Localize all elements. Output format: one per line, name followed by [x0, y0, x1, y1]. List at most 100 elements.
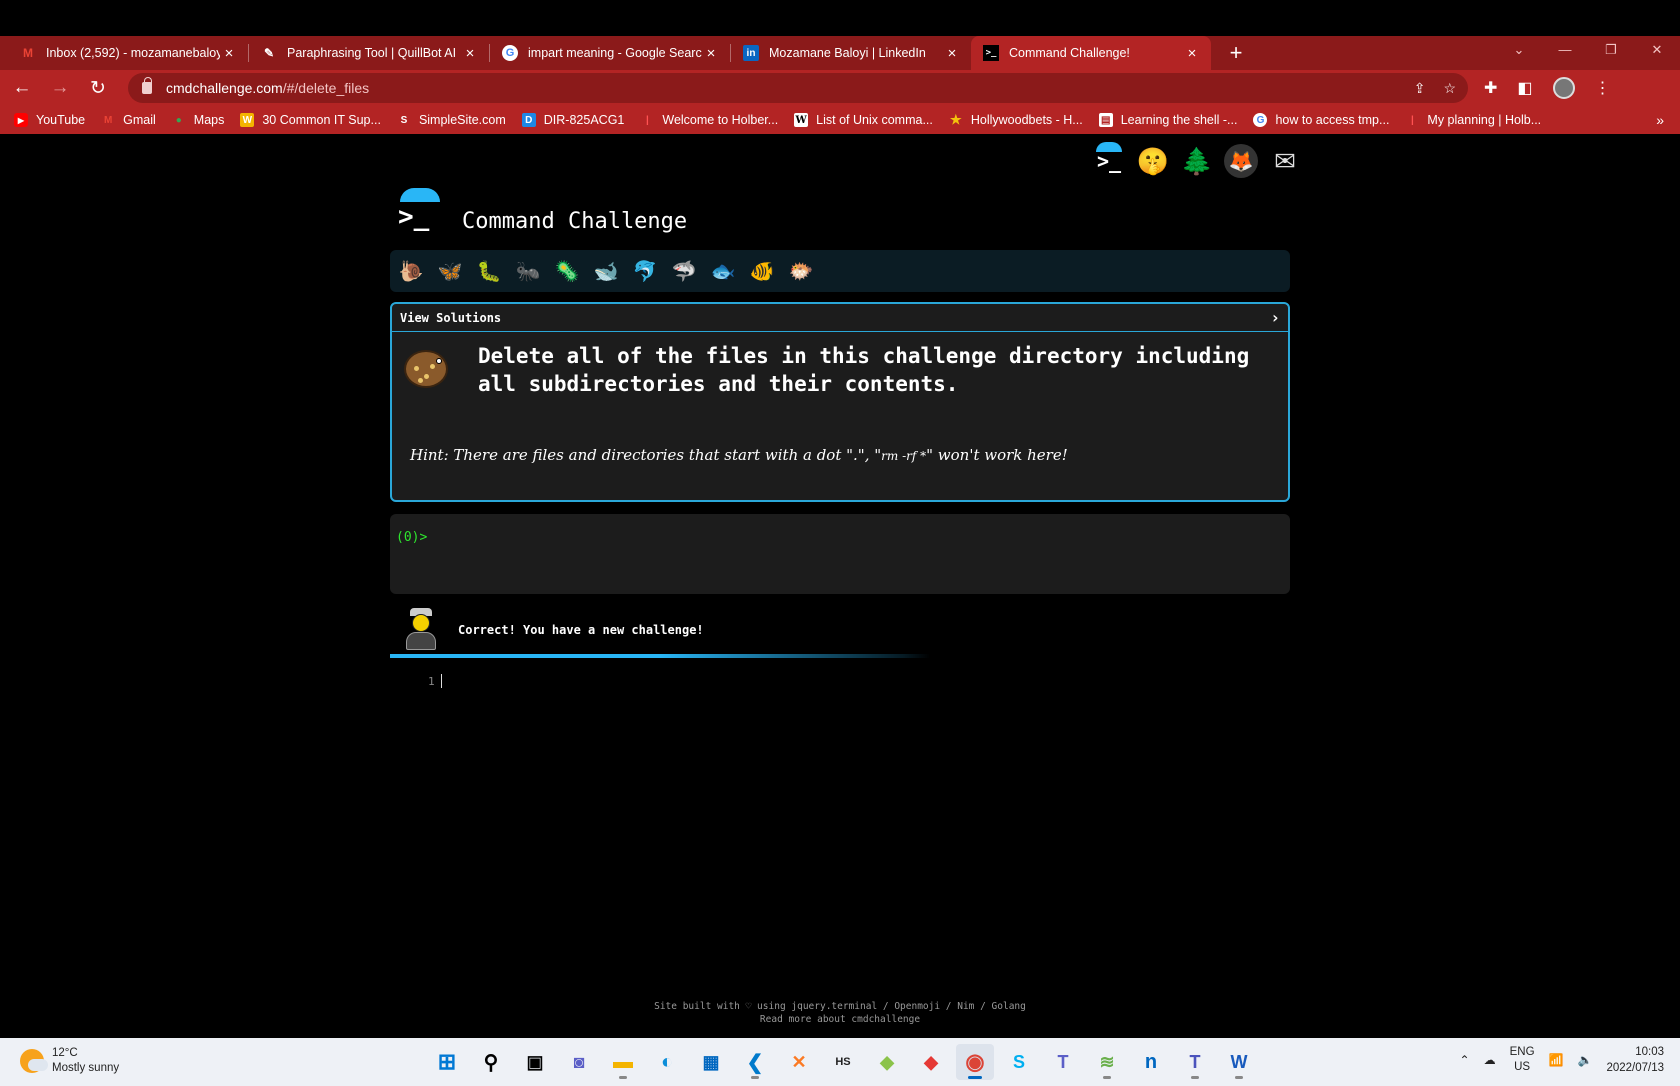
volume-icon[interactable]: 🔈: [1577, 1053, 1592, 1067]
tree-icon[interactable]: 🌲: [1180, 144, 1214, 178]
tab-title: Command Challenge!: [1009, 46, 1130, 60]
view-solutions-toggle[interactable]: View Solutions ›: [392, 304, 1288, 332]
tab-linkedin[interactable]: in Mozamane Baloyi | LinkedIn ×: [731, 36, 971, 70]
back-button[interactable]: ←: [6, 72, 38, 104]
chrome-icon[interactable]: ◉: [956, 1044, 994, 1080]
address-bar[interactable]: cmdchallenge.com/#/delete_files ⇪ ☆: [128, 73, 1468, 103]
editor[interactable]: 1: [428, 674, 442, 688]
bookmark-it-support[interactable]: W 30 Common IT Sup...: [240, 113, 381, 127]
profile-avatar[interactable]: [1552, 77, 1575, 99]
chevron-up-icon[interactable]: ⌃: [1460, 1053, 1470, 1067]
bookmark-holberton[interactable]: | Welcome to Holber...: [640, 113, 778, 127]
xampp-icon[interactable]: ✕: [780, 1044, 818, 1080]
language-indicator[interactable]: ENG US: [1510, 1045, 1535, 1075]
status-message: Correct! You have a new challenge!: [458, 623, 704, 637]
teams-work-icon[interactable]: T: [1176, 1044, 1214, 1080]
snail-icon[interactable]: 🐌: [398, 258, 424, 284]
search-icon[interactable]: ⚲: [472, 1044, 510, 1080]
weather-widget[interactable]: 12°C Mostly sunny: [20, 1046, 119, 1076]
fish-icon[interactable]: 🐟: [710, 258, 736, 284]
url-host: cmdchallenge.com: [166, 80, 283, 96]
close-icon[interactable]: ×: [702, 45, 720, 62]
teams-icon[interactable]: T: [1044, 1044, 1082, 1080]
mail-icon[interactable]: ✉: [1268, 144, 1302, 178]
store-icon[interactable]: ▦: [692, 1044, 730, 1080]
tab-gmail[interactable]: M Inbox (2,592) - mozamanebaloyi ×: [8, 36, 248, 70]
close-window-icon[interactable]: ✕: [1634, 36, 1680, 66]
hs-icon[interactable]: HS: [824, 1044, 862, 1080]
shushing-face-icon[interactable]: 🤫: [1136, 144, 1170, 178]
clock[interactable]: 10:03 2022/07/13: [1606, 1044, 1664, 1076]
tab-google-search[interactable]: G impart meaning - Google Search ×: [490, 36, 730, 70]
footer-credits: Site built with ♡ using jquery.terminal …: [654, 1001, 1026, 1012]
bookmark-my-planning[interactable]: | My planning | Holb...: [1405, 113, 1541, 127]
sun-icon: [20, 1049, 48, 1073]
restore-icon[interactable]: ❐: [1588, 36, 1634, 66]
gitlab-icon[interactable]: 🦊: [1224, 144, 1258, 178]
close-icon[interactable]: ×: [943, 45, 961, 62]
tropical-fish-icon[interactable]: 🐠: [749, 258, 775, 284]
site-brand[interactable]: >_ Command Challenge: [394, 188, 687, 236]
terminal-input[interactable]: (0)>: [390, 514, 1290, 594]
challenge-description: Delete all of the files in this challeng…: [478, 344, 1250, 396]
time: 10:03: [1635, 1046, 1664, 1058]
bookmark-hollywoodbets[interactable]: ★ Hollywoodbets - H...: [949, 112, 1083, 127]
extensions-icon[interactable]: ✚: [1484, 78, 1497, 98]
skype-icon[interactable]: S: [1000, 1044, 1038, 1080]
star-bookmark-icon[interactable]: ☆: [1443, 80, 1456, 97]
close-icon[interactable]: ×: [461, 45, 479, 62]
chat-icon[interactable]: ◙: [560, 1044, 598, 1080]
lock-icon[interactable]: [142, 77, 152, 94]
bookmark-youtube[interactable]: ▶ YouTube: [14, 113, 85, 127]
bookmarks-overflow-button[interactable]: »: [1656, 112, 1664, 128]
bookmark-dlink[interactable]: D DIR-825ACG1: [521, 113, 624, 127]
dolphin-icon[interactable]: 🐬: [632, 258, 658, 284]
bookmark-learning-shell[interactable]: ▤ Learning the shell -...: [1098, 113, 1237, 127]
bookmark-label: Gmail: [123, 113, 156, 127]
edge-icon[interactable]: ◐: [648, 1044, 686, 1080]
close-icon[interactable]: ×: [1183, 45, 1201, 62]
minimize-icon[interactable]: —: [1542, 36, 1588, 66]
side-panel-icon[interactable]: ◧: [1517, 78, 1532, 98]
butterfly-icon[interactable]: 🦋: [437, 258, 463, 284]
ant-icon[interactable]: 🐜: [515, 258, 541, 284]
holberton-icon: |: [1411, 114, 1414, 126]
share-icon[interactable]: ⇪: [1414, 80, 1426, 97]
whale-icon[interactable]: 🐋: [593, 258, 619, 284]
terminal-icon[interactable]: >_: [1092, 142, 1126, 178]
language-code: ENG: [1509, 1046, 1535, 1058]
footer-about-link[interactable]: Read more about cmdchallenge: [0, 1013, 1680, 1026]
bookmark-maps[interactable]: ● Maps: [172, 113, 225, 127]
blowfish-icon[interactable]: 🐡: [788, 258, 814, 284]
gem-icon[interactable]: ◆: [868, 1044, 906, 1080]
git-icon[interactable]: ◆: [912, 1044, 950, 1080]
reload-button[interactable]: ↻: [82, 72, 114, 104]
bookmark-simplesite[interactable]: S SimpleSite.com: [397, 113, 506, 127]
level-selector: 🐌 🦋 🐛 🐜 🦠 🐋 🐬 🦈 🐟 🐠 🐡: [390, 250, 1290, 292]
notion-icon[interactable]: n: [1132, 1044, 1170, 1080]
bluestacks-icon[interactable]: ≋: [1088, 1044, 1126, 1080]
w-icon: W: [240, 113, 255, 127]
close-icon[interactable]: ×: [220, 45, 238, 62]
task-view-icon[interactable]: ▣: [516, 1044, 554, 1080]
start-icon[interactable]: ⊞: [428, 1044, 466, 1080]
bookmark-access-tmp[interactable]: Ghow to access tmp...: [1253, 113, 1389, 127]
wifi-icon[interactable]: 📶: [1549, 1053, 1564, 1067]
tab-quillbot[interactable]: ✎ Paraphrasing Tool | QuillBot AI ×: [249, 36, 489, 70]
word-icon[interactable]: W: [1220, 1044, 1258, 1080]
tab-search-icon[interactable]: ⌄: [1496, 36, 1542, 66]
bookmark-unix-commands[interactable]: W List of Unix comma...: [794, 113, 933, 127]
chevron-right-icon[interactable]: ›: [1270, 308, 1280, 327]
caterpillar-icon[interactable]: 🐛: [476, 258, 502, 284]
shark-icon[interactable]: 🦈: [671, 258, 697, 284]
bug-icon[interactable]: 🦠: [554, 258, 580, 284]
new-tab-button[interactable]: +: [1221, 36, 1251, 70]
vscode-icon[interactable]: ❮: [736, 1044, 774, 1080]
tab-command-challenge[interactable]: >_ Command Challenge! ×: [971, 36, 1211, 70]
file-explorer-icon[interactable]: ▬: [604, 1044, 642, 1080]
menu-icon[interactable]: ⋮: [1595, 78, 1611, 98]
bookmark-gmail[interactable]: M Gmail: [101, 113, 156, 127]
forward-button[interactable]: →: [44, 72, 76, 104]
hint-suffix: " won't work here!: [926, 446, 1068, 464]
onedrive-icon[interactable]: ☁: [1484, 1053, 1496, 1067]
